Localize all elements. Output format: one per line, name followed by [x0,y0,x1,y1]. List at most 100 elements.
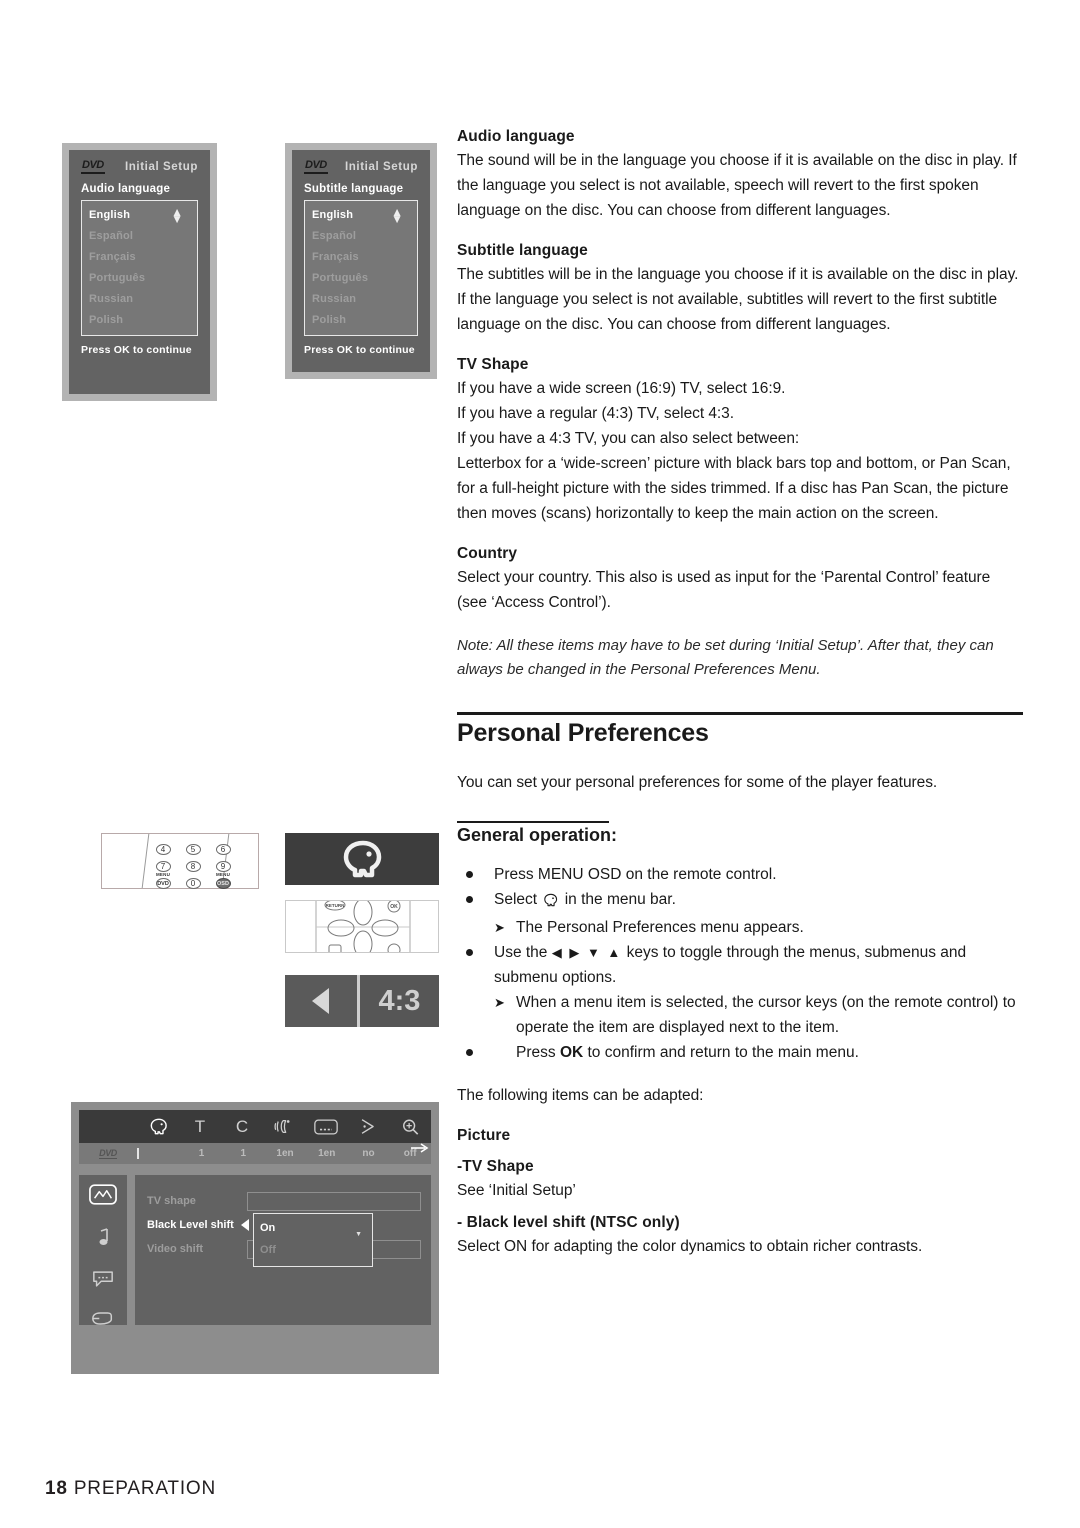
value-chapter: 1 [240,1148,247,1159]
key-menu-osd[interactable]: OSD [215,878,231,889]
manual-page: DVD Initial Setup Audio language ▲ ▼ Engl… [0,0,1080,1528]
dropdown-selected-option[interactable]: On ▼ [260,1217,366,1239]
heading-audio-language: Audio language [457,128,575,145]
title-icon[interactable]: T [179,1117,221,1137]
osd-dvd-logo-wrap: DVD [79,1148,137,1159]
chapter-icon[interactable]: C [221,1117,263,1137]
zoom-icon[interactable] [389,1118,431,1136]
list-item[interactable]: Español [312,227,410,248]
key-5[interactable]: 5 [185,844,201,855]
dvd-logo: DVD [81,159,105,174]
paragraph-following-items: The following items can be adapted: [457,1087,704,1104]
list-item[interactable]: Español [89,227,190,248]
paragraph-tv-shape: Letterbox for a ‘wide-screen’ picture wi… [457,455,1011,522]
osd-sidebar [79,1175,127,1325]
tv-shape-line-3: If you have a 4:3 TV, you can also selec… [457,430,800,447]
page-section-label: PREPARATION [73,1478,216,1499]
bullet-text-post: in the menu bar. [564,891,676,908]
setup-mode-label: Initial Setup [345,160,418,173]
key-8[interactable]: 8 [185,861,201,872]
value-subtitle: 1en [318,1148,336,1159]
dvd-logo: DVD [304,159,328,174]
setting-label: TV shape [147,1195,196,1207]
dropdown-option[interactable]: Off [260,1239,366,1261]
language-icon[interactable] [92,1269,114,1288]
menu-dvd-caption: MENU [155,872,171,877]
arrow-icon: ➤ [494,995,505,1010]
bullet-text: Press MENU OSD on the remote control. [494,866,777,883]
heading-tv-shape: TV Shape [457,356,529,373]
tv-shape-line-1: If you have a wide screen (16:9) TV, sel… [457,380,786,397]
angle-icon[interactable] [347,1118,389,1135]
setting-field[interactable] [247,1191,421,1211]
osd-menu-bar: T C [79,1110,431,1143]
bullet-text-pre: Use the [494,944,548,961]
list-item[interactable]: Français [312,248,410,269]
key-0[interactable]: 0 [185,878,201,889]
key-9[interactable]: 9 [215,861,231,872]
svg-text:RETURN: RETURN [326,903,345,908]
list-item[interactable]: Polish [312,311,410,332]
audio-icon[interactable] [263,1118,305,1135]
press-ok-hint: Press OK to continue [81,343,192,356]
key-7[interactable]: 7 [155,861,171,872]
initial-setup-screen-subtitle: DVD Initial Setup Subtitle language ▲ ▼ E… [285,143,437,379]
list-item: Use the ◀ ▶ ▼ ▲ keys to toggle through t… [457,940,1023,1040]
bullet-text-pre: Select [494,891,538,908]
list-item: Press MENU OSD on the remote control. [457,862,1023,887]
key-menu-dvd[interactable]: DVD [155,878,171,889]
list-item[interactable]: Français [89,248,190,269]
bullet-text-pre: Press [516,1044,556,1061]
face-icon [343,840,382,878]
subtitle-icon[interactable] [305,1119,347,1135]
paragraph-personal-preferences-intro: You can set your personal preferences fo… [457,773,938,791]
black-level-dropdown[interactable]: On ▼ Off [253,1213,373,1267]
heading-country: Country [457,545,518,562]
key-6[interactable]: 6 [215,844,231,855]
scroll-arrows-icon[interactable]: ▲ ▼ [171,205,183,225]
list-item[interactable]: Polish [89,311,190,332]
ok-key-label: OK [559,1044,584,1061]
picture-icon[interactable] [89,1184,117,1205]
subtitle-language-list[interactable]: ▲ ▼ English Español Français Português Ru… [304,199,418,336]
bullet-icon [466,896,473,903]
osd-body: TV shape Black Level shift Video shift O… [79,1175,431,1325]
bullet-icon [466,1049,473,1056]
audio-language-title: Audio language [81,182,171,195]
left-arrow-panel [285,975,357,1027]
page-title: Personal Preferences [457,718,709,747]
osd-value-bar: DVD 1 1 1en 1en no off [79,1143,431,1164]
personal-preferences-header: Personal Preferences [457,712,1023,748]
list-item[interactable]: Russian [89,290,190,311]
svg-text:OK: OK [390,904,398,910]
setting-label: Black Level shift [147,1219,234,1231]
audio-language-list[interactable]: ▲ ▼ English Español Français Português Ru… [81,199,198,336]
dvd-screen-topbar: DVD Initial Setup [304,159,418,174]
subsection-rule [457,820,609,823]
list-item[interactable]: Português [312,269,410,290]
setting-row-tv-shape[interactable]: TV shape [147,1189,421,1213]
cursor-keys-icon: ◀ ▶ ▼ ▲ [551,945,623,960]
features-icon[interactable] [91,1310,115,1327]
bullet-icon [466,871,473,878]
tv-shape-line-2: If you have a regular (4:3) TV, select 4… [457,405,735,422]
heading-picture-tv-shape: -TV Shape [457,1158,534,1175]
scroll-arrows-icon[interactable]: ▲ ▼ [391,205,403,225]
list-item[interactable]: Russian [312,290,410,311]
press-ok-hint: Press OK to continue [304,343,415,356]
paragraph-picture-tv-shape: See ‘Initial Setup’ [457,1182,576,1199]
aspect-ratio-label: 4:3 [378,984,421,1017]
menu-osd-caption: MENU [215,872,231,877]
value-title: 1 [198,1148,205,1159]
list-item: Press OK to confirm and return to the ma… [457,1040,1023,1065]
osd-settings-panel: TV shape Black Level shift Video shift O… [135,1175,431,1325]
sub-note-text: The Personal Preferences menu appears. [516,919,804,936]
heading-picture: Picture [457,1127,511,1144]
key-4[interactable]: 4 [155,844,171,855]
sound-icon[interactable] [95,1227,111,1247]
paragraph-black-level-shift: Select ON for adapting the color dynamic… [457,1238,923,1255]
face-icon[interactable] [137,1118,179,1135]
list-item[interactable]: Português [89,269,190,290]
left-illustration-column: DVD Initial Setup Audio language ▲ ▼ Engl… [0,0,450,1528]
paragraph-audio-language: The sound will be in the language you ch… [457,152,1017,219]
